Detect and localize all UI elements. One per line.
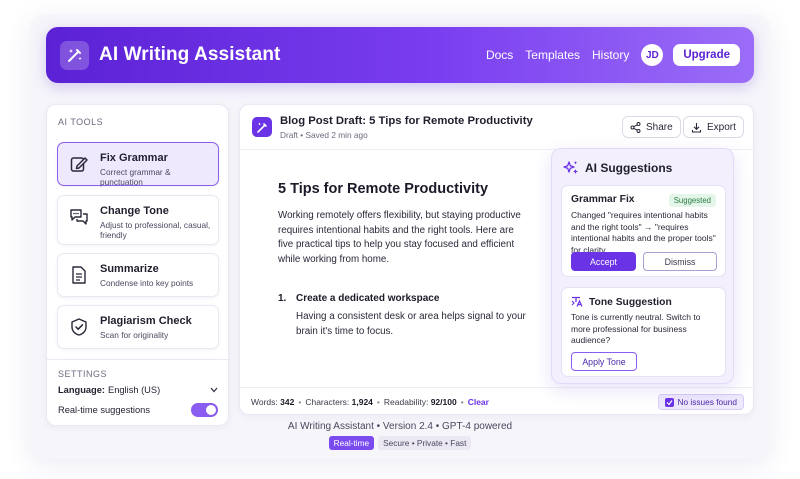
export-label: Export	[707, 121, 736, 133]
tool-fix-grammar[interactable]: Fix Grammar Correct grammar & punctuatio…	[57, 142, 219, 187]
tool-name: Summarize	[100, 263, 159, 275]
dismiss-button[interactable]: Dismiss	[643, 252, 717, 271]
checkmark-icon	[664, 397, 674, 407]
tool-name: Plagiarism Check	[100, 315, 192, 327]
issues-text: No issues found	[677, 397, 738, 407]
settings-label: SETTINGS	[58, 369, 108, 379]
avatar[interactable]: JD	[641, 44, 664, 66]
share-icon	[630, 121, 641, 133]
list-item-title[interactable]: Create a dedicated workspace	[296, 293, 439, 304]
status-bar: Words: 342 • Characters: 1,924 • Readabi…	[240, 387, 755, 416]
tone-suggestion-title: Tone Suggestion	[589, 296, 672, 308]
tool-plagiarism-check[interactable]: Plagiarism Check Scan for originality	[57, 305, 219, 349]
no-issues-badge: No issues found	[657, 394, 744, 410]
security-badge: Secure • Private • Fast	[378, 436, 472, 450]
tool-desc: Scan for originality	[100, 330, 169, 340]
export-button[interactable]: Export	[683, 116, 744, 138]
sparkle-icon	[563, 161, 578, 174]
app-header: AI Writing Assistant Docs Templates Hist…	[46, 27, 754, 83]
realtime-setting: Real-time suggestions	[58, 403, 218, 417]
magic-pen-icon	[60, 40, 89, 70]
tool-name: Fix Grammar	[100, 152, 168, 164]
doc-heading[interactable]: 5 Tips for Remote Productivity	[278, 181, 488, 197]
realtime-toggle[interactable]	[191, 403, 218, 417]
grammar-fix-text: Changed "requires intentional habits and…	[571, 210, 716, 255]
ai-panel-header: AI Suggestions	[563, 160, 672, 176]
top-nav: Docs Templates History JD Upgrade	[474, 44, 740, 66]
realtime-label: Real-time suggestions	[58, 405, 150, 415]
tool-name: Change Tone	[100, 205, 169, 217]
readability-score: 92/100	[430, 397, 457, 407]
doc-status: Draft • Saved 2 min ago	[280, 130, 368, 140]
separator-dot: •	[460, 397, 464, 407]
suggested-badge: Suggested	[668, 194, 716, 207]
upgrade-button[interactable]: Upgrade	[673, 44, 740, 66]
apply-tone-button[interactable]: Apply Tone	[571, 352, 637, 371]
tone-suggestion-card: Tone Suggestion Tone is currently neutra…	[561, 287, 726, 377]
tone-suggestion-text: Tone is currently neutral. Switch to mor…	[571, 312, 701, 345]
char-count: 1,924	[351, 397, 373, 407]
tool-desc: Correct grammar & punctuation	[100, 167, 171, 187]
ai-suggestions-panel: AI Suggestions Grammar Fix Suggested Cha…	[551, 148, 734, 384]
footer-badges: Real-time Secure • Private • Fast	[0, 436, 800, 450]
download-icon	[691, 122, 702, 133]
separator-dot: •	[298, 397, 302, 407]
share-label: Share	[646, 121, 673, 133]
tone-card-header: Tone Suggestion	[571, 296, 672, 308]
language-label: Language:	[58, 385, 106, 395]
list-item-text[interactable]: Having a consistent desk or area helps s…	[296, 310, 532, 339]
footer-info: AI Writing Assistant • Version 2.4 • GPT…	[287, 421, 513, 432]
separator-dot: •	[376, 397, 380, 407]
doc-title: Blog Post Draft: 5 Tips for Remote Produ…	[280, 115, 533, 127]
readability-label: Readability:	[383, 397, 429, 407]
language-select[interactable]: Language: English (US)	[58, 385, 218, 395]
ai-panel-title: AI Suggestions	[585, 161, 673, 175]
list-number: 1.	[278, 293, 287, 304]
tool-summarize[interactable]: Summarize Condense into key points	[57, 253, 219, 297]
chat-bubbles-icon	[66, 205, 92, 229]
chevron-down-icon	[210, 385, 218, 395]
clear-link[interactable]: Clear	[468, 397, 489, 407]
app-title: AI Writing Assistant	[99, 44, 281, 65]
nav-history[interactable]: History	[592, 48, 629, 62]
grammar-fix-title: Grammar Fix	[571, 194, 635, 205]
chars-label: Characters:	[305, 397, 350, 407]
nav-templates[interactable]: Templates	[525, 48, 580, 62]
doc-paragraph[interactable]: Working remotely offers flexibility, but…	[278, 209, 528, 267]
accept-button[interactable]: Accept	[571, 252, 636, 271]
tool-change-tone[interactable]: Change Tone Adjust to professional, casu…	[57, 195, 219, 245]
grammar-fix-card: Grammar Fix Suggested Changed "requires …	[561, 185, 726, 277]
sidebar: AI TOOLS Fix Grammar Correct grammar & p…	[46, 104, 230, 426]
pen-edit-icon	[66, 152, 92, 176]
tool-desc: Adjust to professional, casual, friendly	[100, 220, 211, 240]
words-label: Words:	[251, 397, 278, 407]
ai-tools-label: AI TOOLS	[58, 117, 104, 127]
share-button[interactable]: Share	[622, 116, 681, 138]
text-style-icon	[571, 296, 583, 307]
language-value: English (US)	[108, 385, 161, 395]
sidebar-divider	[47, 359, 230, 360]
magic-pen-icon	[252, 117, 272, 137]
shield-check-icon	[66, 315, 92, 339]
word-count: 342	[280, 397, 295, 407]
nav-docs[interactable]: Docs	[486, 48, 513, 62]
document-lines-icon	[66, 263, 92, 287]
tool-desc: Condense into key points	[100, 278, 194, 288]
realtime-badge: Real-time	[328, 436, 375, 450]
